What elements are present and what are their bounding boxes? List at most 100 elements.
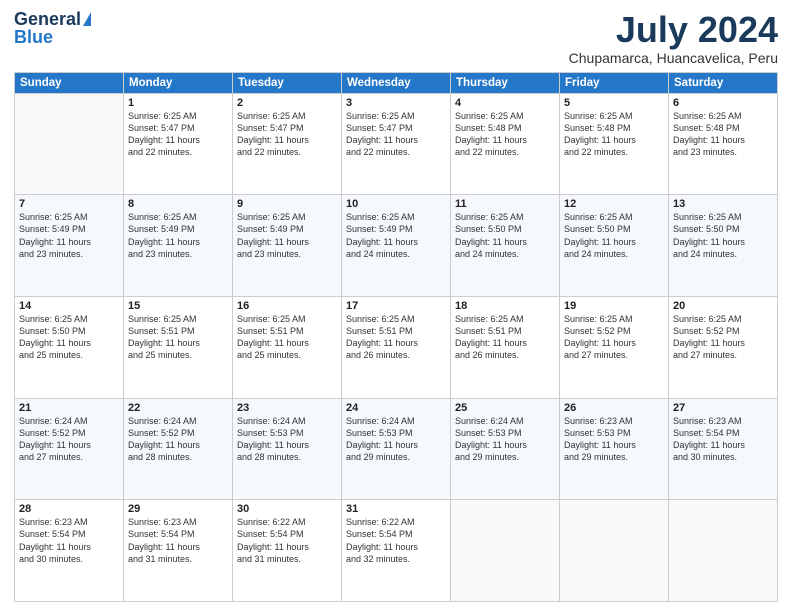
day-number: 16 [237,300,337,312]
col-sunday: Sunday [15,72,124,93]
day-number: 26 [564,402,664,414]
calendar-cell: 27Sunrise: 6:23 AM Sunset: 5:54 PM Dayli… [669,398,778,500]
day-number: 9 [237,198,337,210]
week-row-5: 28Sunrise: 6:23 AM Sunset: 5:54 PM Dayli… [15,500,778,602]
day-number: 3 [346,97,446,109]
calendar-cell: 21Sunrise: 6:24 AM Sunset: 5:52 PM Dayli… [15,398,124,500]
calendar-cell: 19Sunrise: 6:25 AM Sunset: 5:52 PM Dayli… [560,296,669,398]
calendar-table: Sunday Monday Tuesday Wednesday Thursday… [14,72,778,602]
day-info: Sunrise: 6:25 AM Sunset: 5:48 PM Dayligh… [564,110,664,159]
calendar-cell [451,500,560,602]
calendar-cell: 3Sunrise: 6:25 AM Sunset: 5:47 PM Daylig… [342,93,451,195]
day-info: Sunrise: 6:24 AM Sunset: 5:53 PM Dayligh… [346,415,446,464]
calendar-cell: 5Sunrise: 6:25 AM Sunset: 5:48 PM Daylig… [560,93,669,195]
subtitle: Chupamarca, Huancavelica, Peru [569,50,778,66]
title-block: July 2024 Chupamarca, Huancavelica, Peru [569,10,778,66]
week-row-3: 14Sunrise: 6:25 AM Sunset: 5:50 PM Dayli… [15,296,778,398]
calendar-cell: 15Sunrise: 6:25 AM Sunset: 5:51 PM Dayli… [124,296,233,398]
calendar-cell: 17Sunrise: 6:25 AM Sunset: 5:51 PM Dayli… [342,296,451,398]
calendar-cell: 10Sunrise: 6:25 AM Sunset: 5:49 PM Dayli… [342,195,451,297]
day-info: Sunrise: 6:23 AM Sunset: 5:54 PM Dayligh… [128,516,228,565]
day-info: Sunrise: 6:25 AM Sunset: 5:47 PM Dayligh… [128,110,228,159]
calendar-cell: 22Sunrise: 6:24 AM Sunset: 5:52 PM Dayli… [124,398,233,500]
calendar-cell: 1Sunrise: 6:25 AM Sunset: 5:47 PM Daylig… [124,93,233,195]
week-row-2: 7Sunrise: 6:25 AM Sunset: 5:49 PM Daylig… [15,195,778,297]
page: General Blue July 2024 Chupamarca, Huanc… [0,0,792,612]
day-number: 19 [564,300,664,312]
calendar-cell: 14Sunrise: 6:25 AM Sunset: 5:50 PM Dayli… [15,296,124,398]
day-info: Sunrise: 6:22 AM Sunset: 5:54 PM Dayligh… [346,516,446,565]
calendar-cell: 12Sunrise: 6:25 AM Sunset: 5:50 PM Dayli… [560,195,669,297]
day-number: 28 [19,503,119,515]
calendar-cell: 30Sunrise: 6:22 AM Sunset: 5:54 PM Dayli… [233,500,342,602]
day-number: 29 [128,503,228,515]
week-row-1: 1Sunrise: 6:25 AM Sunset: 5:47 PM Daylig… [15,93,778,195]
day-number: 23 [237,402,337,414]
day-info: Sunrise: 6:24 AM Sunset: 5:52 PM Dayligh… [19,415,119,464]
day-info: Sunrise: 6:24 AM Sunset: 5:53 PM Dayligh… [237,415,337,464]
day-info: Sunrise: 6:25 AM Sunset: 5:51 PM Dayligh… [237,313,337,362]
col-friday: Friday [560,72,669,93]
day-info: Sunrise: 6:25 AM Sunset: 5:51 PM Dayligh… [346,313,446,362]
day-number: 17 [346,300,446,312]
calendar-cell: 20Sunrise: 6:25 AM Sunset: 5:52 PM Dayli… [669,296,778,398]
header-row: Sunday Monday Tuesday Wednesday Thursday… [15,72,778,93]
day-info: Sunrise: 6:22 AM Sunset: 5:54 PM Dayligh… [237,516,337,565]
day-info: Sunrise: 6:24 AM Sunset: 5:52 PM Dayligh… [128,415,228,464]
day-info: Sunrise: 6:25 AM Sunset: 5:49 PM Dayligh… [128,211,228,260]
calendar-cell: 6Sunrise: 6:25 AM Sunset: 5:48 PM Daylig… [669,93,778,195]
day-info: Sunrise: 6:25 AM Sunset: 5:52 PM Dayligh… [564,313,664,362]
calendar-cell: 18Sunrise: 6:25 AM Sunset: 5:51 PM Dayli… [451,296,560,398]
calendar-cell [560,500,669,602]
logo-general-text: General [14,10,81,28]
day-number: 24 [346,402,446,414]
calendar-cell: 11Sunrise: 6:25 AM Sunset: 5:50 PM Dayli… [451,195,560,297]
day-info: Sunrise: 6:25 AM Sunset: 5:48 PM Dayligh… [673,110,773,159]
day-info: Sunrise: 6:25 AM Sunset: 5:50 PM Dayligh… [455,211,555,260]
day-info: Sunrise: 6:25 AM Sunset: 5:48 PM Dayligh… [455,110,555,159]
day-number: 12 [564,198,664,210]
day-number: 18 [455,300,555,312]
day-number: 7 [19,198,119,210]
day-number: 11 [455,198,555,210]
calendar-cell: 31Sunrise: 6:22 AM Sunset: 5:54 PM Dayli… [342,500,451,602]
day-number: 22 [128,402,228,414]
calendar-cell: 26Sunrise: 6:23 AM Sunset: 5:53 PM Dayli… [560,398,669,500]
day-info: Sunrise: 6:23 AM Sunset: 5:53 PM Dayligh… [564,415,664,464]
day-info: Sunrise: 6:25 AM Sunset: 5:49 PM Dayligh… [346,211,446,260]
day-info: Sunrise: 6:23 AM Sunset: 5:54 PM Dayligh… [19,516,119,565]
calendar-cell: 25Sunrise: 6:24 AM Sunset: 5:53 PM Dayli… [451,398,560,500]
day-number: 14 [19,300,119,312]
calendar-cell: 16Sunrise: 6:25 AM Sunset: 5:51 PM Dayli… [233,296,342,398]
day-number: 8 [128,198,228,210]
calendar-cell: 13Sunrise: 6:25 AM Sunset: 5:50 PM Dayli… [669,195,778,297]
day-number: 20 [673,300,773,312]
day-number: 27 [673,402,773,414]
calendar-cell: 2Sunrise: 6:25 AM Sunset: 5:47 PM Daylig… [233,93,342,195]
day-number: 13 [673,198,773,210]
calendar-cell: 9Sunrise: 6:25 AM Sunset: 5:49 PM Daylig… [233,195,342,297]
day-number: 4 [455,97,555,109]
calendar-cell: 23Sunrise: 6:24 AM Sunset: 5:53 PM Dayli… [233,398,342,500]
main-title: July 2024 [569,10,778,50]
day-info: Sunrise: 6:25 AM Sunset: 5:47 PM Dayligh… [237,110,337,159]
logo-blue-text: Blue [14,28,53,46]
day-info: Sunrise: 6:25 AM Sunset: 5:49 PM Dayligh… [19,211,119,260]
day-info: Sunrise: 6:25 AM Sunset: 5:49 PM Dayligh… [237,211,337,260]
day-number: 15 [128,300,228,312]
day-info: Sunrise: 6:25 AM Sunset: 5:50 PM Dayligh… [564,211,664,260]
col-tuesday: Tuesday [233,72,342,93]
col-saturday: Saturday [669,72,778,93]
day-info: Sunrise: 6:25 AM Sunset: 5:50 PM Dayligh… [673,211,773,260]
day-info: Sunrise: 6:24 AM Sunset: 5:53 PM Dayligh… [455,415,555,464]
day-info: Sunrise: 6:25 AM Sunset: 5:51 PM Dayligh… [128,313,228,362]
calendar-cell: 8Sunrise: 6:25 AM Sunset: 5:49 PM Daylig… [124,195,233,297]
day-number: 30 [237,503,337,515]
calendar-cell: 7Sunrise: 6:25 AM Sunset: 5:49 PM Daylig… [15,195,124,297]
day-number: 5 [564,97,664,109]
day-number: 2 [237,97,337,109]
header: General Blue July 2024 Chupamarca, Huanc… [14,10,778,66]
calendar-cell: 4Sunrise: 6:25 AM Sunset: 5:48 PM Daylig… [451,93,560,195]
logo-triangle-icon [83,12,91,26]
col-thursday: Thursday [451,72,560,93]
